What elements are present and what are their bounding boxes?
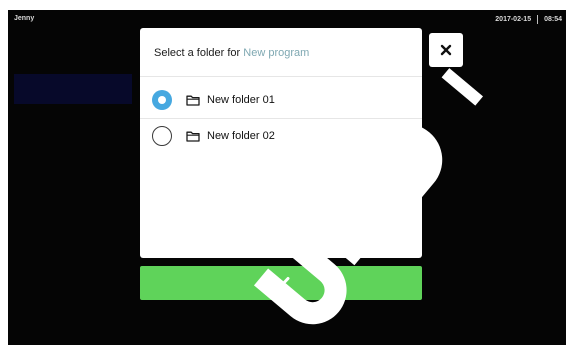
confirm-button[interactable] (140, 266, 422, 300)
user-name: Jenny (14, 15, 35, 22)
title-divider (140, 76, 422, 77)
background-panel (14, 74, 132, 104)
dialog-title-program: New program (243, 47, 310, 59)
status-date: 2017-02-15 (495, 16, 532, 23)
folder-item-label: New folder 02 (207, 130, 275, 142)
close-button[interactable] (429, 33, 463, 67)
folder-icon (186, 95, 200, 106)
checkmark-icon (272, 277, 290, 290)
folder-radio-02[interactable] (152, 126, 172, 146)
item-divider (140, 118, 422, 119)
dialog-title: Select a folder for New program (154, 47, 309, 59)
status-time: 08:54 (544, 16, 562, 23)
folder-icon (186, 131, 200, 142)
folder-item-02[interactable]: New folder 02 (152, 122, 275, 150)
folder-item-01[interactable]: New folder 01 (152, 86, 275, 114)
dialog-title-prefix: Select a folder for (154, 47, 241, 59)
status-divider (537, 15, 539, 24)
folder-item-label: New folder 01 (207, 94, 275, 106)
status-datetime: 2017-02-15 08:54 (495, 15, 562, 24)
close-icon (440, 44, 452, 56)
folder-radio-01[interactable] (152, 90, 172, 110)
folder-select-dialog: Select a folder for New program New fold… (140, 28, 422, 258)
